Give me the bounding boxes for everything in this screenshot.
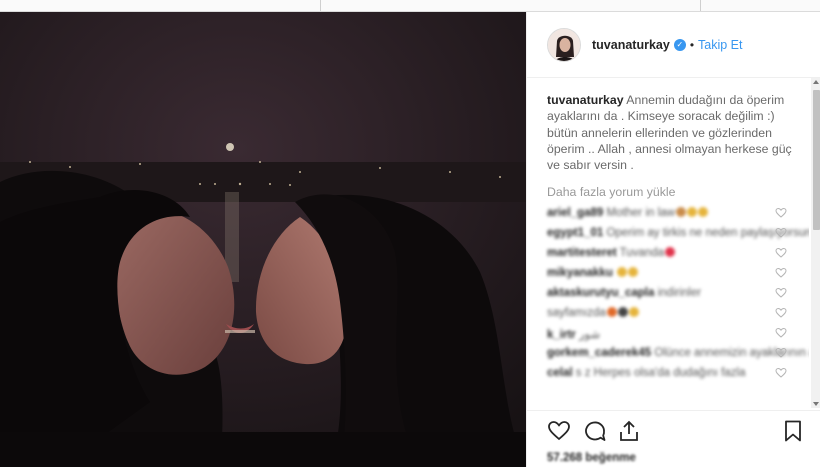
comment-content-blurred: martitesteret Tuvanda [547,247,675,259]
comment-row: mikyanakku [547,263,809,283]
emoji-icon [628,307,639,318]
emoji-icon [606,307,617,318]
emoji-icon [665,247,675,258]
comment-text: شور [578,329,601,342]
follow-button[interactable]: Takip Et [698,38,742,52]
comment-row: celal s z Herpes olsa'da dudağını fazla [547,363,809,383]
scroll-thumb[interactable] [813,90,820,230]
comment-row: aktaskurutyu_capla indirinler [547,283,809,303]
comment-row: k_irtr شور [547,323,809,343]
comment-username[interactable]: martitesteret [547,247,617,259]
speech-bubble-icon[interactable] [583,419,607,443]
comment-like-heart-icon[interactable] [775,207,787,219]
verified-badge-icon: ✓ [673,38,686,51]
comment-text: Mother in law [606,207,675,220]
top-divider [700,0,701,11]
comment-row: sayfamızda [547,303,809,323]
comment-like-heart-icon[interactable] [775,367,787,379]
avatar-image [548,28,580,61]
emoji-icon [675,207,686,218]
heart-outline-icon[interactable] [547,419,571,443]
comment-content-blurred: aktaskurutyu_capla indirinler [547,287,701,299]
comment-like-heart-icon[interactable] [775,267,787,279]
share-upload-icon[interactable] [617,419,641,443]
post-caption: tuvanaturkay Annemin dudağını da öperim … [547,92,809,173]
comment-username[interactable]: gorkem_caderek45 [547,347,651,359]
comment-row: gorkem_caderek45 Ölünce annemizin ayakla… [547,343,809,363]
photo-illustration [0,12,526,467]
comment-row: egypt1_01 Öperim ay tirkis ne neden payl… [547,223,809,243]
comment-text: indirinler [657,287,702,300]
emoji-icon [617,307,628,318]
comment-row: ariel_ga89 Mother in law [547,203,809,223]
comment-content-blurred: celal s z Herpes olsa'da dudağını fazla [547,367,745,379]
comment-username[interactable]: egypt1_01 [547,227,603,239]
emoji-icon [617,267,628,278]
comments-scrollbar[interactable] [811,78,820,408]
comment-content-blurred: egypt1_01 Öperim ay tirkis ne neden payl… [547,227,809,239]
emoji-icon [628,267,639,278]
post-actions: 57.268 beğenme [527,410,820,467]
comment-text: s z Herpes olsa'da dudağını fazla [575,367,746,380]
post-header: tuvanaturkay ✓ • Takip Et [527,12,820,78]
header-username[interactable]: tuvanaturkay [592,38,670,52]
browser-top-strip [0,0,820,12]
comment-like-heart-icon[interactable] [775,227,787,239]
scroll-down-arrow-icon[interactable] [813,402,819,406]
comment-rows: ariel_ga89 Mother in law egypt1_01 Öperim… [547,203,809,383]
comment-content-blurred: mikyanakku [547,267,639,279]
emoji-icon [697,207,708,218]
separator-dot: • [689,37,695,52]
post-side-panel: tuvanaturkay ✓ • Takip Et tuvanaturkay A… [526,12,820,467]
emoji-icon [686,207,697,218]
load-more-comments-button[interactable]: Daha fazla yorum yükle [547,185,809,199]
top-divider [320,0,321,11]
comment-like-heart-icon[interactable] [775,247,787,259]
comment-username[interactable]: aktaskurutyu_capla [547,287,654,299]
comment-username[interactable]: k_irtr [547,329,576,341]
comment-like-heart-icon[interactable] [775,307,787,319]
comment-username[interactable]: celal [547,367,573,379]
comment-like-heart-icon[interactable] [775,327,787,339]
caption-username[interactable]: tuvanaturkay [547,93,624,107]
avatar[interactable] [547,27,581,62]
comment-like-heart-icon[interactable] [775,287,787,299]
comment-text: sayfamızda [547,307,606,320]
comment-content-blurred: ariel_ga89 Mother in law [547,207,708,219]
bookmark-icon[interactable] [781,419,805,443]
comment-row: martitesteret Tuvanda [547,243,809,263]
comment-text: Tuvanda [619,247,664,260]
comment-like-heart-icon[interactable] [775,347,787,359]
comments-list[interactable]: tuvanaturkay Annemin dudağını da öperim … [527,78,809,408]
comment-username[interactable]: mikyanakku [547,267,613,279]
post-photo[interactable] [0,12,526,467]
comment-content-blurred: sayfamızda [547,307,639,319]
comment-username[interactable]: ariel_ga89 [547,207,603,219]
comment-content-blurred: k_irtr شور [547,327,600,341]
scroll-up-arrow-icon[interactable] [813,80,819,84]
comment-content-blurred: gorkem_caderek45 Ölünce annemizin ayakla… [547,347,809,359]
like-count[interactable]: 57.268 beğenme [547,452,636,464]
